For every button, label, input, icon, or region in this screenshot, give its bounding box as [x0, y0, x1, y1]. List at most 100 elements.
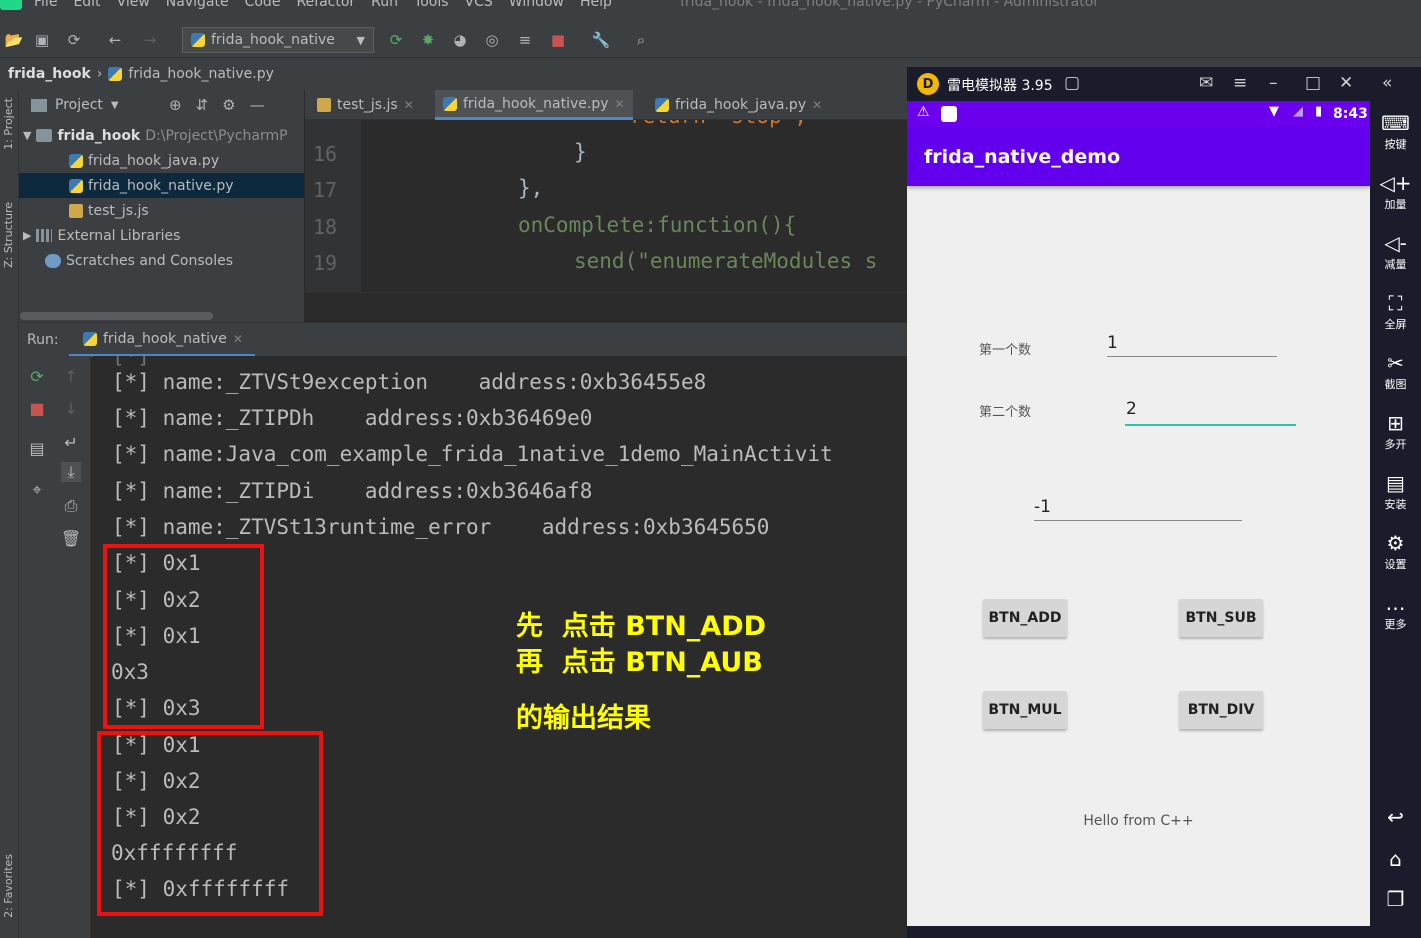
menu-vcs[interactable]: VCS	[465, 0, 493, 10]
print-icon[interactable]: ⎙	[61, 496, 81, 516]
build-icon[interactable]: ≡	[515, 30, 535, 50]
menu-icon[interactable]: ≡	[1233, 73, 1247, 93]
menu-edit[interactable]: Edit	[73, 0, 100, 10]
save-icon[interactable]: ▣	[32, 30, 52, 50]
run-config-label: frida_hook_native	[211, 32, 335, 48]
tab-frida-hook-java[interactable]: frida_hook_java.py ✕	[647, 90, 830, 120]
menu-tools[interactable]: Tools	[414, 0, 449, 10]
menu-run[interactable]: Run	[371, 0, 398, 10]
close-icon[interactable]: ✕	[615, 97, 625, 111]
gear-icon[interactable]: ⚙	[222, 96, 235, 114]
first-number-input[interactable]: 1	[1107, 333, 1118, 353]
run-config-select[interactable]: frida_hook_native ▼	[182, 27, 374, 53]
run-console[interactable]: [*] [*] name:_ZTVSt9exception address:0x…	[92, 356, 907, 938]
stop-icon[interactable]: ■	[27, 398, 47, 418]
close-icon[interactable]: ✕	[404, 98, 414, 112]
btn-add[interactable]: BTN_ADD	[983, 599, 1067, 637]
wrench-settings-icon[interactable]: 🔧	[591, 30, 611, 50]
breadcrumb-file[interactable]: frida_hook_native.py	[128, 66, 274, 82]
sidebar-more[interactable]: … 更多	[1370, 591, 1421, 632]
tab-test-js[interactable]: test_js.js ✕	[309, 90, 422, 120]
android-back-button[interactable]: ↩	[1370, 805, 1421, 829]
sidebar-fullscreen[interactable]: ⛶ 全屏	[1370, 291, 1421, 332]
btn-sub[interactable]: BTN_SUB	[1179, 599, 1263, 637]
forward-arrow-icon[interactable]: →	[140, 30, 160, 50]
arrow-up-icon[interactable]: ↑	[61, 366, 81, 386]
line-number: 18	[313, 215, 338, 239]
project-view-select[interactable]: Project	[55, 97, 103, 113]
result-field[interactable]: -1	[1034, 497, 1051, 517]
tree-item-scratches[interactable]: Scratches and Consoles	[19, 248, 304, 273]
menu-help[interactable]: Help	[580, 0, 612, 10]
collapse-sidebar-icon[interactable]: «	[1382, 73, 1392, 93]
sidebar-keymap[interactable]: ⌨ 按键	[1370, 111, 1421, 152]
sidebar-volume-up[interactable]: ◁+ 加量	[1370, 171, 1421, 212]
minimize-icon[interactable]: –	[1269, 73, 1278, 93]
open-folder-icon[interactable]: 📂	[4, 30, 24, 50]
pin-icon[interactable]: ⌖	[27, 480, 47, 500]
mail-icon[interactable]: ✉	[1199, 73, 1213, 93]
breadcrumb-project[interactable]: frida_hook	[8, 66, 91, 82]
sidebar-multi-instance[interactable]: ⊞ 多开	[1370, 411, 1421, 452]
tree-item-frida-hook-java[interactable]: frida_hook_java.py	[19, 148, 304, 173]
trash-icon[interactable]: 🗑	[61, 528, 81, 548]
sync-icon[interactable]: ⟳	[64, 30, 84, 50]
menu-window[interactable]: Window	[509, 0, 564, 10]
structure-tool-tab[interactable]: Z: Structure	[2, 202, 15, 268]
sidebar-label: 更多	[1384, 618, 1407, 631]
sidebar-label: 按键	[1384, 138, 1407, 151]
close-icon[interactable]: ✕	[812, 98, 822, 112]
second-number-input[interactable]: 2	[1126, 399, 1137, 419]
btn-mul[interactable]: BTN_MUL	[983, 691, 1067, 729]
search-icon[interactable]: ⌕	[631, 30, 651, 50]
menu-navigate[interactable]: Navigate	[166, 0, 229, 10]
sidebar-settings[interactable]: ⚙ 设置	[1370, 531, 1421, 572]
project-panel-header: Project ▼ ⊕ ⇵ ⚙ —	[19, 90, 304, 120]
rerun-icon[interactable]: ⟳	[386, 30, 406, 50]
soft-wrap-icon[interactable]: ↵	[61, 432, 81, 452]
python-file-icon	[191, 33, 205, 47]
menu-code[interactable]: Code	[245, 0, 281, 10]
close-icon[interactable]: ✕	[233, 332, 243, 346]
project-tool-tab[interactable]: 1: Project	[2, 98, 15, 150]
gamepad-icon[interactable]: ▢	[1064, 73, 1080, 93]
sidebar-install-apk[interactable]: ▤ 安装	[1370, 471, 1421, 512]
project-horizontal-scrollbar[interactable]	[20, 312, 213, 320]
console-line-cut: [*]	[112, 356, 150, 368]
btn-div[interactable]: BTN_DIV	[1179, 691, 1263, 729]
debug-bug-icon[interactable]: ✸	[418, 30, 438, 50]
tab-frida-hook-native[interactable]: frida_hook_native.py ✕	[435, 90, 633, 120]
profile-icon[interactable]: ◎	[482, 30, 502, 50]
collapse-all-icon[interactable]: ⇵	[196, 96, 209, 114]
python-file-icon	[655, 98, 669, 112]
favorites-tool-tab[interactable]: 2: Favorites	[2, 854, 15, 918]
emulator-window: D 雷电模拟器 3.95 ▢ ✉ ≡ – □ ✕ « ⚠ ▼ ◢ ▮ 8:43 …	[907, 67, 1421, 938]
close-icon[interactable]: ✕	[1339, 73, 1353, 93]
tree-item-frida-hook-native[interactable]: frida_hook_native.py	[19, 173, 304, 198]
locate-target-icon[interactable]: ⊕	[169, 96, 182, 114]
tree-item-external-libraries[interactable]: ▶ External Libraries	[19, 223, 304, 248]
code-editor[interactable]: 16 17 18 19 return 'stop'; } }, onComple…	[305, 120, 907, 292]
restore-layout-icon[interactable]: ▤	[27, 438, 47, 458]
scroll-to-end-icon[interactable]: ⤓	[61, 462, 81, 482]
chevron-down-icon: ▼	[356, 33, 365, 47]
android-home-button[interactable]: ⌂	[1370, 847, 1421, 871]
stop-icon[interactable]: ■	[548, 30, 568, 50]
tree-root-frida-hook[interactable]: ▼ frida_hook D:\Project\PycharmP	[19, 123, 304, 148]
arrow-down-icon[interactable]: ↓	[61, 398, 81, 418]
sidebar-volume-down[interactable]: ◁- 减量	[1370, 231, 1421, 272]
code-line: },	[518, 176, 544, 200]
android-recents-button[interactable]: ❐	[1370, 887, 1421, 911]
maximize-icon[interactable]: □	[1305, 73, 1321, 93]
chevron-down-icon[interactable]: ▼	[111, 100, 119, 111]
tree-item-test-js[interactable]: test_js.js	[19, 198, 304, 223]
coverage-icon[interactable]: ◕	[450, 30, 470, 50]
run-tab-frida-hook-native[interactable]: frida_hook_native ✕	[69, 323, 255, 357]
menu-refactor[interactable]: Refactor	[296, 0, 355, 10]
hide-minus-icon[interactable]: —	[250, 96, 265, 114]
menu-file[interactable]: File	[34, 0, 57, 10]
menu-view[interactable]: View	[117, 0, 150, 10]
back-arrow-icon[interactable]: ←	[105, 30, 125, 50]
rerun-icon[interactable]: ⟳	[27, 366, 47, 386]
sidebar-screenshot[interactable]: ✂ 截图	[1370, 351, 1421, 392]
